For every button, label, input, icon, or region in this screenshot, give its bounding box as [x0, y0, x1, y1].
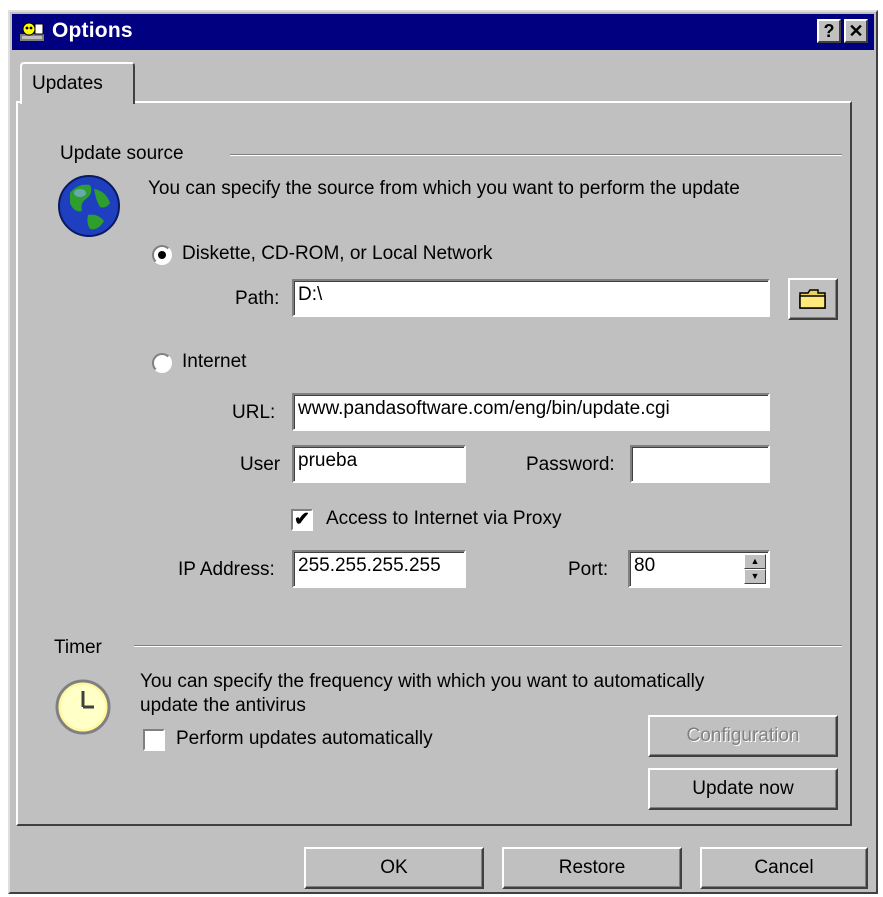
- radio-internet-label[interactable]: Internet: [182, 351, 246, 373]
- timer-description-line2: update the antivirus: [140, 695, 306, 716]
- auto-update-checkbox[interactable]: [143, 729, 165, 751]
- browse-folder-button[interactable]: [788, 278, 838, 320]
- updates-panel: Update source You can specify the source…: [16, 101, 852, 826]
- port-spinner[interactable]: ▲ ▼: [744, 554, 766, 586]
- update-source-divider: [230, 154, 842, 156]
- user-label: User: [240, 454, 281, 475]
- radio-local-network[interactable]: [152, 245, 172, 265]
- password-label: Password:: [526, 454, 615, 475]
- ip-address-input[interactable]: 255.255.255.255: [292, 550, 466, 588]
- close-button[interactable]: ✕: [844, 19, 868, 43]
- password-input[interactable]: [630, 445, 770, 483]
- help-button[interactable]: ?: [817, 19, 841, 43]
- folder-icon: [799, 289, 826, 309]
- proxy-checkbox-label[interactable]: Access to Internet via Proxy: [326, 508, 562, 530]
- panda-app-icon: [20, 22, 44, 41]
- ok-button[interactable]: OK: [304, 847, 484, 889]
- spin-down-icon[interactable]: ▼: [744, 569, 766, 584]
- cancel-button[interactable]: Cancel: [700, 847, 868, 889]
- configuration-button[interactable]: Configuration: [648, 715, 838, 757]
- timer-description-line1: You can specify the frequency with which…: [140, 671, 705, 692]
- spin-up-icon[interactable]: ▲: [744, 554, 766, 569]
- port-input[interactable]: 80 ▲ ▼: [628, 550, 770, 588]
- update-source-group-label: Update source: [60, 143, 184, 164]
- title-bar[interactable]: Options ? ✕: [12, 14, 874, 50]
- timer-divider: [134, 645, 842, 647]
- port-label: Port:: [568, 559, 609, 580]
- port-value: 80: [634, 555, 656, 576]
- auto-update-label[interactable]: Perform updates automatically: [176, 728, 433, 750]
- window-title: Options: [52, 19, 133, 42]
- tab-updates-label: Updates: [32, 73, 103, 94]
- update-source-description: You can specify the source from which yo…: [148, 178, 740, 199]
- update-now-button[interactable]: Update now: [648, 768, 838, 810]
- url-input[interactable]: www.pandasoftware.com/eng/bin/update.cgi: [292, 393, 770, 431]
- clock-icon: [55, 679, 111, 735]
- radio-internet[interactable]: [152, 353, 172, 373]
- radio-selected-dot: [158, 251, 166, 259]
- radio-local-network-label[interactable]: Diskette, CD-ROM, or Local Network: [182, 243, 492, 265]
- options-dialog: Options ? ✕ Updates Update source You ca…: [8, 10, 878, 894]
- tab-updates[interactable]: Updates: [20, 62, 135, 104]
- restore-button[interactable]: Restore: [502, 847, 682, 889]
- url-label: URL:: [232, 402, 276, 423]
- user-input[interactable]: prueba: [292, 445, 466, 483]
- globe-icon: [58, 175, 120, 237]
- proxy-checkbox[interactable]: ✔: [291, 509, 313, 531]
- timer-group-label: Timer: [54, 637, 102, 658]
- path-label: Path:: [235, 288, 280, 309]
- path-input[interactable]: D:\: [292, 279, 770, 317]
- ip-address-label: IP Address:: [178, 559, 275, 580]
